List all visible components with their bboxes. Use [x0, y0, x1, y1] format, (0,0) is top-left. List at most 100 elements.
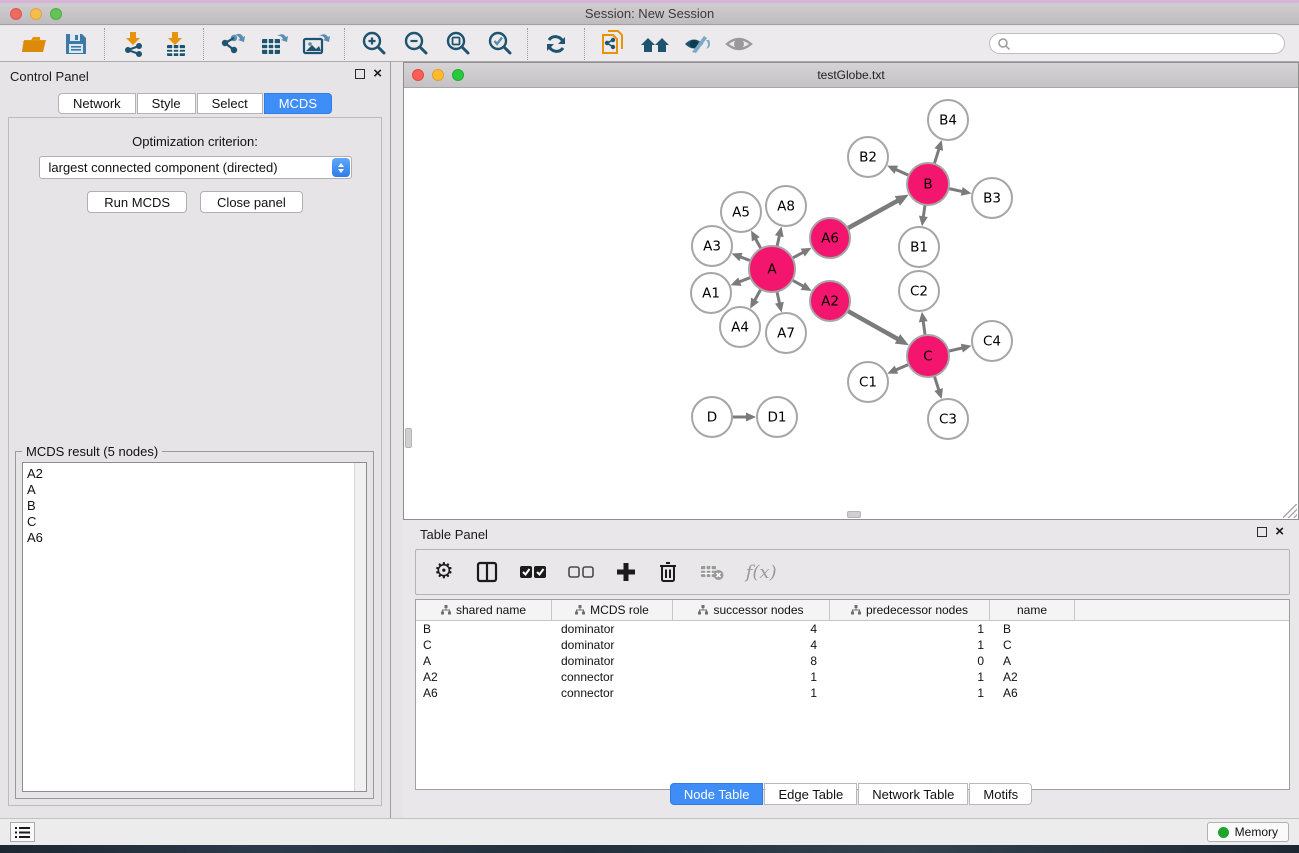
graph-node-C3[interactable]: C3: [928, 399, 968, 439]
table-row[interactable]: A2connector11A2: [416, 669, 1289, 685]
tab-network-table[interactable]: Network Table: [858, 783, 968, 805]
graph-node-B4[interactable]: B4: [928, 100, 968, 140]
graph-node-C2[interactable]: C2: [899, 271, 939, 311]
delete-table-icon[interactable]: [700, 563, 724, 581]
mcds-result-list[interactable]: A2ABCA6: [22, 462, 367, 792]
graph-node-A8[interactable]: A8: [766, 186, 806, 226]
graph-edge[interactable]: [948, 348, 963, 352]
tab-network[interactable]: Network: [58, 93, 136, 114]
column-header-MCDS-role[interactable]: MCDS role: [552, 600, 673, 620]
delete-column-icon[interactable]: [658, 561, 678, 583]
column-header-name[interactable]: name: [990, 600, 1075, 620]
table-row[interactable]: A6connector11A6: [416, 685, 1289, 701]
canvas-vertical-scrollbar[interactable]: [405, 428, 412, 448]
tab-edge-table[interactable]: Edge Table: [764, 783, 857, 805]
optimization-criterion-dropdown[interactable]: largest connected component (directed): [39, 156, 352, 179]
show-task-history-button[interactable]: [10, 822, 35, 842]
import-table-icon[interactable]: [159, 29, 191, 59]
column-header-predecessor-nodes[interactable]: predecessor nodes: [830, 600, 990, 620]
graph-edge[interactable]: [895, 364, 909, 370]
graph-node-B1[interactable]: B1: [899, 227, 939, 267]
mcds-result-item[interactable]: A6: [27, 530, 366, 546]
graph-edge[interactable]: [934, 148, 939, 164]
refresh-icon[interactable]: [540, 29, 572, 59]
graph-edge[interactable]: [754, 289, 761, 301]
zoom-fit-icon[interactable]: [441, 29, 473, 59]
graph-node-C1[interactable]: C1: [848, 362, 888, 402]
float-panel-icon[interactable]: [355, 69, 365, 79]
graph-node-A7[interactable]: A7: [766, 313, 806, 353]
tab-select[interactable]: Select: [197, 93, 263, 114]
split-columns-icon[interactable]: [476, 561, 498, 583]
table-row[interactable]: Bdominator41B: [416, 621, 1289, 637]
graph-node-B[interactable]: B: [907, 163, 949, 205]
eye-icon[interactable]: [723, 29, 755, 59]
settings-gear-icon[interactable]: ⚙: [434, 561, 454, 583]
resize-grip-icon[interactable]: [1283, 504, 1297, 518]
graph-edge[interactable]: [949, 188, 964, 191]
export-network-icon[interactable]: [216, 29, 248, 59]
zoom-selected-icon[interactable]: [483, 29, 515, 59]
zoom-out-icon[interactable]: [399, 29, 431, 59]
graph-edge[interactable]: [923, 205, 925, 219]
select-all-checkboxes-icon[interactable]: [520, 565, 546, 579]
mcds-result-item[interactable]: B: [27, 498, 366, 514]
network-canvas[interactable]: B4 B2 B B3 A5A8A6 B1 A3 A C2 A1 A2 A4A7 C4 C C1 C3 D D1: [404, 88, 1298, 519]
table-row[interactable]: Adominator80A: [416, 653, 1289, 669]
graph-node-D1[interactable]: D1: [757, 397, 797, 437]
export-table-icon[interactable]: [258, 29, 290, 59]
graph-node-A4[interactable]: A4: [720, 307, 760, 347]
close-panel-icon[interactable]: ×: [373, 69, 382, 79]
column-header-successor-nodes[interactable]: successor nodes: [673, 600, 830, 620]
table-cell: A6: [416, 685, 552, 701]
canvas-horizontal-scrollbar[interactable]: [847, 511, 861, 518]
column-header-shared-name[interactable]: shared name: [416, 600, 552, 620]
save-session-icon[interactable]: [60, 29, 92, 59]
graph-node-C4[interactable]: C4: [972, 321, 1012, 361]
deselect-all-checkboxes-icon[interactable]: [568, 565, 594, 579]
graph-node-A3[interactable]: A3: [692, 226, 732, 266]
graph-node-B2[interactable]: B2: [848, 137, 888, 177]
graph-node-D[interactable]: D: [692, 397, 732, 437]
tab-style[interactable]: Style: [137, 93, 196, 114]
graph-edge[interactable]: [894, 169, 908, 175]
mcds-result-item[interactable]: A: [27, 482, 366, 498]
graph-edge[interactable]: [792, 252, 804, 258]
graph-node-A[interactable]: A: [749, 246, 795, 292]
run-mcds-button[interactable]: Run MCDS: [87, 191, 187, 213]
mcds-result-item[interactable]: A2: [27, 466, 366, 482]
search-input[interactable]: [1012, 37, 1284, 51]
graph-edge[interactable]: [738, 277, 751, 282]
graph-node-A6[interactable]: A6: [810, 218, 850, 258]
copy-network-icon[interactable]: [597, 29, 629, 59]
graph-edge[interactable]: [792, 280, 804, 287]
show-hide-graphics-icon[interactable]: [681, 29, 713, 59]
graph-edge[interactable]: [847, 311, 899, 340]
tab-mcds[interactable]: MCDS: [264, 93, 332, 114]
float-table-panel-icon[interactable]: [1257, 527, 1267, 537]
graph-node-C[interactable]: C: [907, 335, 949, 377]
search-field[interactable]: [989, 33, 1285, 54]
graph-node-A5[interactable]: A5: [721, 192, 761, 232]
graph-edge[interactable]: [934, 376, 939, 391]
graph-node-A1[interactable]: A1: [691, 273, 731, 313]
memory-button[interactable]: Memory: [1207, 822, 1289, 842]
graph-node-B3[interactable]: B3: [972, 178, 1012, 218]
import-network-icon[interactable]: [117, 29, 149, 59]
tab-motifs[interactable]: Motifs: [969, 783, 1032, 805]
open-file-icon[interactable]: [18, 29, 50, 59]
close-panel-button[interactable]: Close panel: [200, 191, 303, 213]
result-scrollbar[interactable]: [354, 463, 366, 791]
graph-node-A2[interactable]: A2: [810, 281, 850, 321]
graph-edge[interactable]: [923, 320, 925, 335]
tab-node-table[interactable]: Node Table: [670, 783, 764, 805]
home-view-icon[interactable]: [639, 29, 671, 59]
table-row[interactable]: Cdominator41C: [416, 637, 1289, 653]
zoom-in-icon[interactable]: [357, 29, 389, 59]
export-image-icon[interactable]: [300, 29, 332, 59]
graph-edge[interactable]: [848, 200, 900, 228]
add-column-icon[interactable]: [616, 562, 636, 582]
mcds-result-item[interactable]: C: [27, 514, 366, 530]
graph-edge[interactable]: [777, 291, 780, 304]
close-table-panel-icon[interactable]: ×: [1275, 527, 1284, 537]
